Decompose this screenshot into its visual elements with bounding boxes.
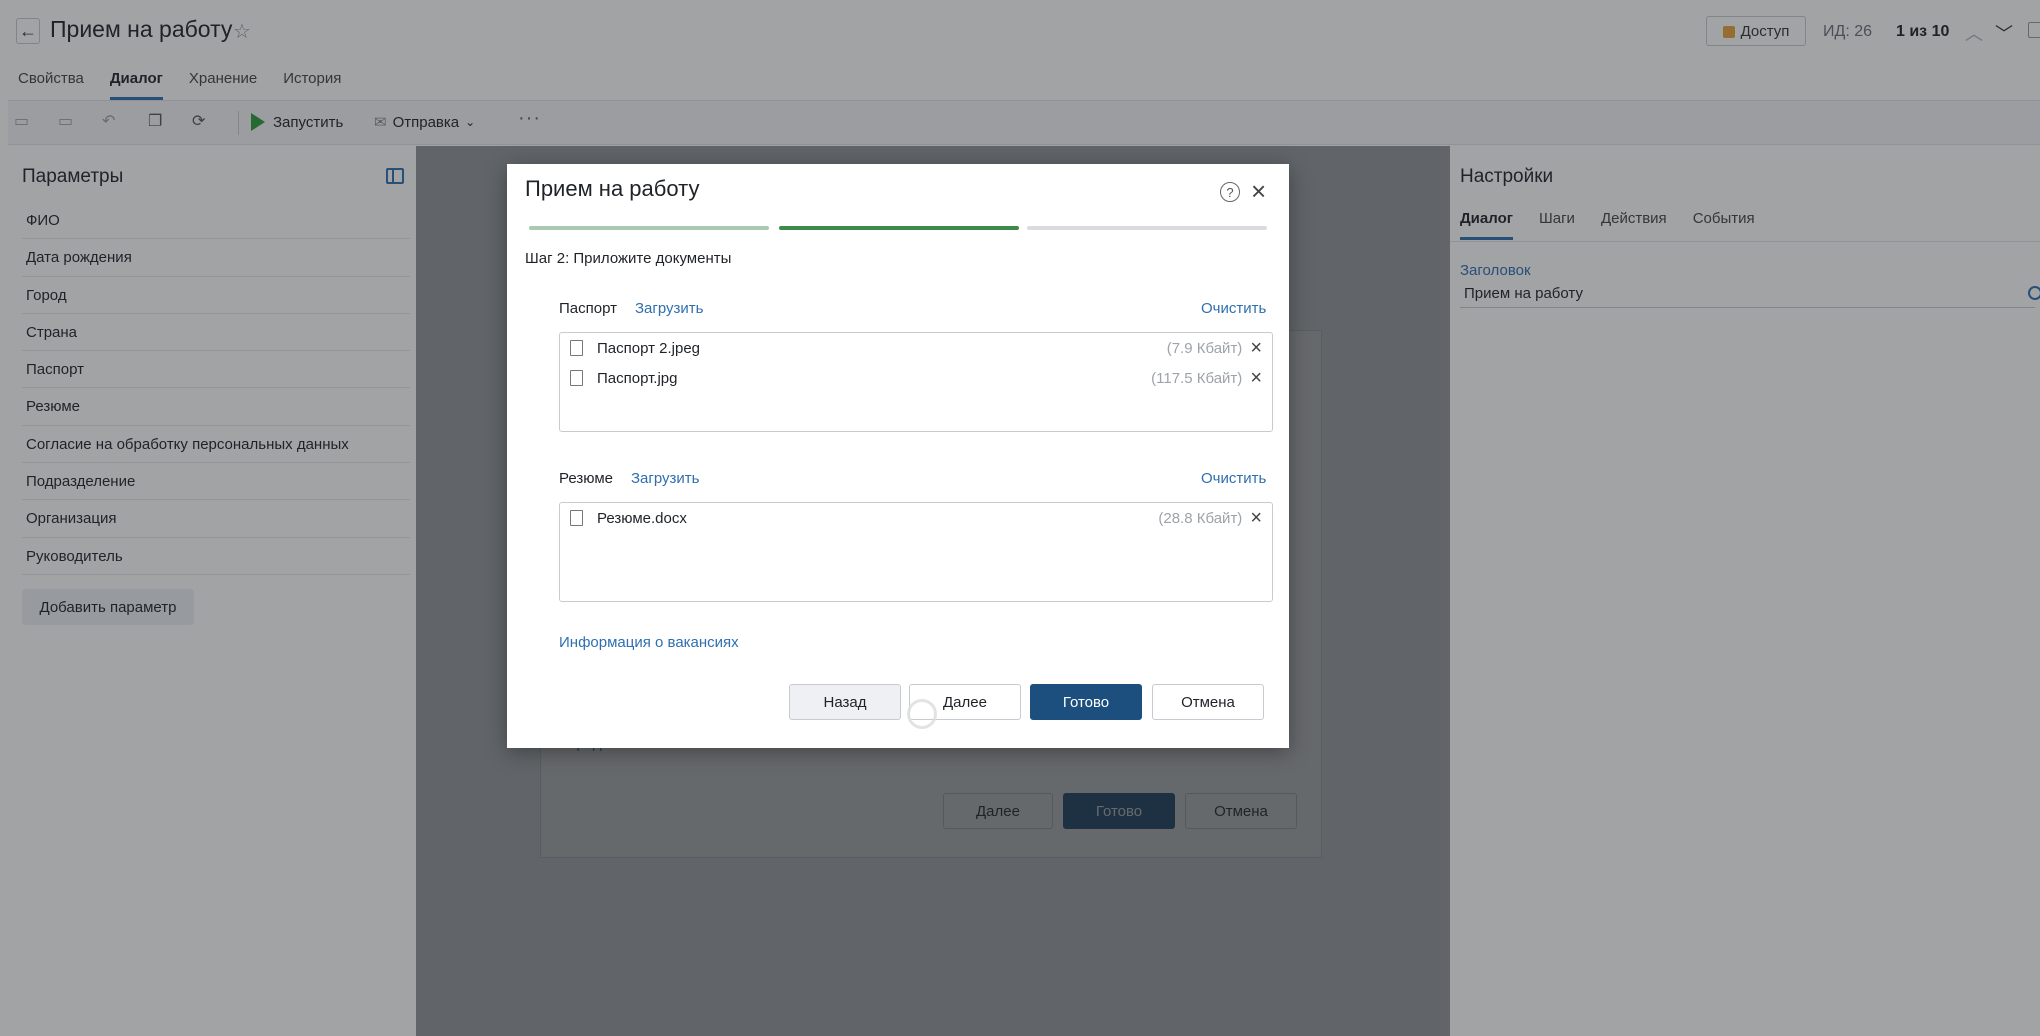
done-button[interactable]: Готово [1030,684,1142,720]
file-item: Резюме.docx (28.8 Кбайт) × [570,507,1262,529]
remove-file-icon[interactable]: × [1250,368,1262,388]
passport-upload-link[interactable]: Загрузить [635,300,704,317]
resume-file-list: Резюме.docx (28.8 Кбайт) × [559,502,1273,602]
step-indicator-1 [529,226,769,230]
file-name[interactable]: Паспорт.jpg [597,370,1151,387]
file-name[interactable]: Паспорт 2.jpeg [597,340,1167,357]
file-item: Паспорт.jpg (117.5 Кбайт) × [570,367,1262,389]
file-size: (28.8 Кбайт) [1158,509,1243,527]
file-icon [570,510,583,526]
step-indicator-3 [1027,226,1267,230]
resume-clear-link[interactable]: Очистить [1201,470,1266,487]
vacancies-info-link[interactable]: Информация о вакансиях [559,634,739,651]
cursor-indicator [907,699,937,729]
file-size: (117.5 Кбайт) [1151,369,1243,387]
close-icon[interactable]: × [1251,176,1266,207]
file-icon [570,340,583,356]
hire-dialog: Прием на работу ? × Шаг 2: Приложите док… [507,164,1289,748]
resume-upload-link[interactable]: Загрузить [631,470,700,487]
passport-file-list: Паспорт 2.jpeg (7.9 Кбайт) × Паспорт.jpg… [559,332,1273,432]
remove-file-icon[interactable]: × [1250,508,1262,528]
file-name[interactable]: Резюме.docx [597,510,1158,527]
dialog-title: Прием на работу [525,176,700,201]
passport-clear-link[interactable]: Очистить [1201,300,1266,317]
step-indicator-2 [779,226,1019,230]
help-icon[interactable]: ? [1220,182,1240,202]
remove-file-icon[interactable]: × [1250,338,1262,358]
file-item: Паспорт 2.jpeg (7.9 Кбайт) × [570,337,1262,359]
file-size: (7.9 Кбайт) [1166,339,1243,357]
passport-label: Паспорт [559,300,617,317]
file-icon [570,370,583,386]
step-text: Шаг 2: Приложите документы [525,250,732,267]
cancel-button[interactable]: Отмена [1152,684,1264,720]
back-button[interactable]: Назад [789,684,901,720]
resume-label: Резюме [559,470,613,487]
